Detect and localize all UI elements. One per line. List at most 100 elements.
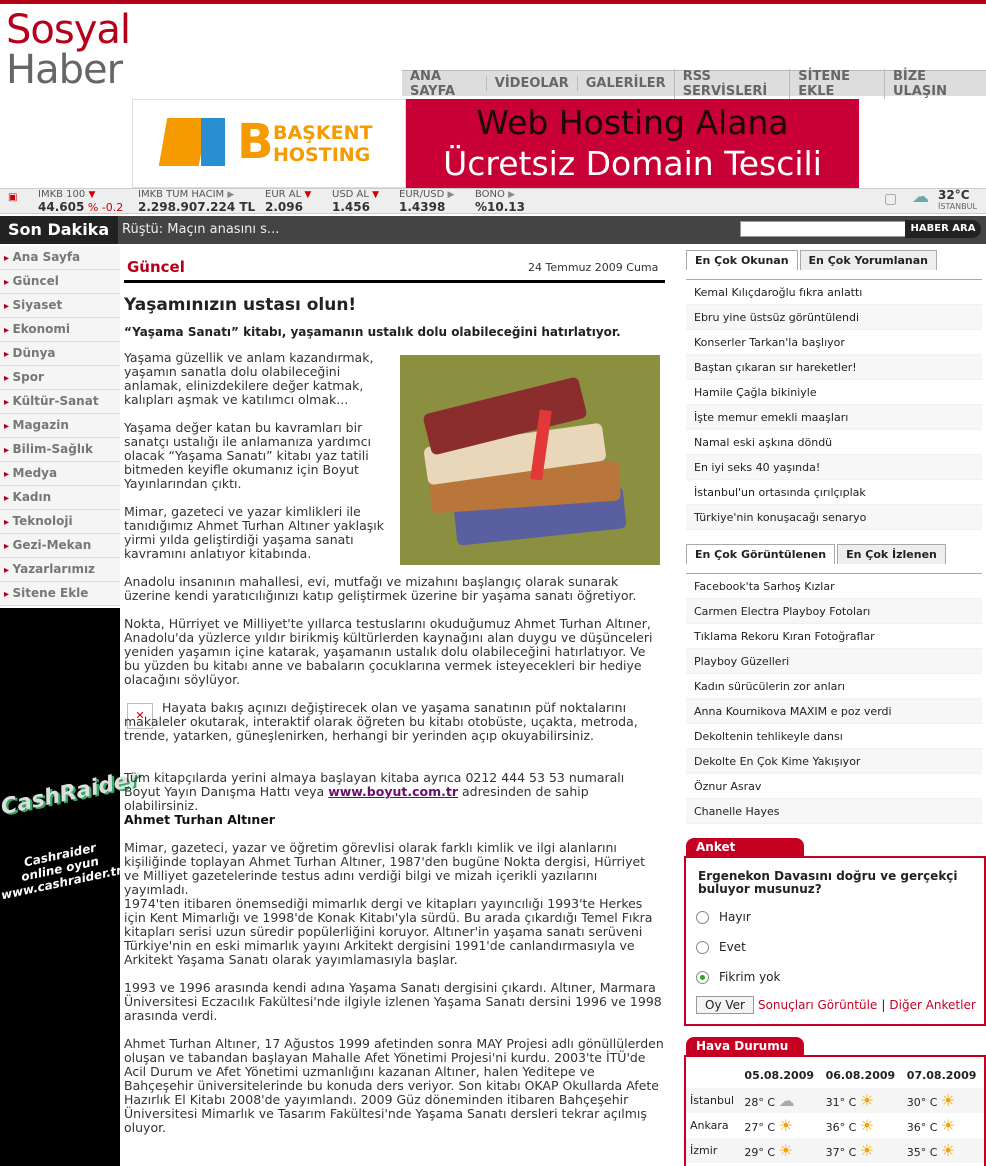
list-item[interactable]: Playboy Güzelleri [686,649,982,674]
sidebar-item[interactable]: Sitene Ekle [0,582,120,606]
sidebar-item[interactable]: Kültür-Sanat [0,390,120,414]
list-item[interactable]: Kadın sürücülerin zor anları [686,674,982,699]
article-paragraph: Anadolu insanının mahallesi, evi, mutfağ… [124,574,637,603]
tabs-popular: En Çok Okunan En Çok Yorumlanan [686,250,938,270]
weather-date: 07.08.2009 [906,1069,977,1082]
other-polls-link[interactable]: Diğer Anketler [889,998,975,1012]
list-item[interactable]: İstanbul'un ortasında çırılçıplak [686,480,982,505]
site-logo-line1[interactable]: Sosyal [6,8,131,52]
tab-en-cok-goruntulenen[interactable]: En Çok Görüntülenen [686,544,836,564]
ticker-value: 1.456 [332,200,370,214]
article-paragraph: 1974'ten itibaren önemsediği mimarlık de… [124,896,653,967]
list-item[interactable]: Carmen Electra Playboy Fotoları [686,599,982,624]
site-logo-line2[interactable]: Haber [6,48,123,92]
hosting-logo-text1: BAŞKENT [273,122,373,144]
nav-ana-sayfa[interactable]: ANA SAYFA [402,69,486,99]
sidebar-item[interactable]: Spor [0,366,120,390]
nav-videolar[interactable]: VİDEOLAR [485,76,577,91]
list-item[interactable]: Konserler Tarkan'la başlıyor [686,330,982,355]
article-paragraph: Tüm kitapçılarda yerini almaya başlayan … [124,770,625,813]
article-date: 24 Temmuz 2009 Cuma [528,261,659,274]
hosting-logo-mark-2 [201,118,225,166]
list-item[interactable]: Kemal Kılıçdaroğlu fıkra anlattı [686,280,982,305]
section-title[interactable]: Güncel [127,258,185,276]
article-paragraph: Mimar, gazeteci, yazar ve öğretim görevl… [124,840,646,897]
banner-ad-logo[interactable]: B BAŞKENT HOSTING [132,99,406,188]
nav-bize-ulasin[interactable]: BİZE ULAŞIN [883,68,978,99]
list-item[interactable]: Chanelle Hayes [686,799,982,824]
weather-city: İzmir [690,1144,718,1157]
sun-icon: ☀ [940,1116,956,1135]
list-item[interactable]: Facebook'ta Sarhoş Kızlar [686,574,982,599]
top-temp: 32°C [938,188,970,202]
weather-table: 05.08.2009 06.08.2009 07.08.2009 İstanbul 2… [686,1063,984,1163]
sun-icon: ☀ [778,1141,793,1160]
poll-question: Ergenekon Davasını doğru ve gerçekçi bul… [698,869,958,896]
list-item[interactable]: Dekolte En Çok Kime Yakışıyor [686,749,982,774]
ticker-label: EUR AL [265,189,302,200]
search-button[interactable]: HABER ARA [905,220,981,238]
sidebar-item[interactable]: Kadın [0,486,120,510]
banner-line1: Web Hosting Alana [476,103,789,142]
ad-brand: CashRaider [0,766,142,821]
ticker-label: IMKB TUM HACIM [138,189,225,200]
boyut-link[interactable]: www.boyut.com.tr [328,784,458,799]
list-item[interactable]: Tıklama Rekoru Kıran Fotoğraflar [686,624,982,649]
radio-button[interactable] [696,940,709,954]
top-accent-bar [0,0,986,4]
list-item[interactable]: Hamile Çağla bikiniyle [686,380,982,405]
article-paragraph: Hayata bakış açınızı değiştirecek olan v… [124,700,638,743]
vote-button[interactable]: Oy Ver [696,996,754,1014]
sidebar-item[interactable]: Teknoloji [0,510,120,534]
list-item[interactable]: Ebru yine üstsüz görüntülendi [686,305,982,330]
search-input[interactable] [740,221,906,237]
nav-rss[interactable]: RSS SERVİSLERİ [673,68,790,99]
tabs-viewed: En Çok Görüntülenen En Çok İzlenen [686,544,946,564]
breaking-text[interactable]: Rüştü: Maçın anasını s... [122,216,279,244]
tab-en-cok-yorumlanan[interactable]: En Çok Yorumlanan [799,250,938,270]
poll-option[interactable]: Hayır [686,902,984,932]
ticker-value: 2.096 [265,200,303,214]
weather-city: Ankara [690,1119,729,1132]
list-item[interactable]: Dekoltenin tehlikeyle dansı [686,724,982,749]
radio-button-selected[interactable] [696,970,709,984]
list-item[interactable]: Anna Kournikova MAXIM e poz verdi [686,699,982,724]
tab-en-cok-okunan[interactable]: En Çok Okunan [686,250,798,270]
weather-date: 05.08.2009 [744,1069,815,1082]
sidebar-item[interactable]: Medya [0,462,120,486]
list-item[interactable]: Türkiye'nin konuşacağı senaryo [686,505,982,530]
cloud-sun-icon: ☁ [778,1091,795,1110]
poll-option[interactable]: Fikrim yok [686,962,984,992]
sidebar-item[interactable]: Ekonomi [0,318,120,342]
list-item[interactable]: Namal eski aşkına döndü [686,430,982,455]
list-item[interactable]: Öznur Asrav [686,774,982,799]
nav-sitene-ekle[interactable]: SİTENE EKLE [789,68,884,99]
sidebar-item[interactable]: Ana Sayfa [0,246,120,270]
speech-bubble-icon[interactable]: ▢ [884,192,897,206]
article-paragraph: Yaşama değer katan bu kavramları bir san… [124,420,371,491]
radio-button[interactable] [696,910,709,924]
sidebar-item[interactable]: Güncel [0,270,120,294]
sidebar-item[interactable]: Siyaset [0,294,120,318]
sidebar-item[interactable]: Bilim-Sağlık [0,438,120,462]
sidebar-item[interactable]: Magazin [0,414,120,438]
list-item[interactable]: En iyi seks 40 yaşında! [686,455,982,480]
ticker-value: 44.605 [38,200,85,214]
cloud-sun-icon: ☁ [912,187,929,207]
banner-ad-text[interactable]: Web Hosting Alana Ücretsiz Domain Tescil… [406,99,859,188]
main-nav: ANA SAYFA VİDEOLAR GALERİLER RSS SERVİSL… [402,68,986,99]
list-item[interactable]: İşte memur emekli maaşları [686,405,982,430]
sidebar-item[interactable]: Gezi-Mekan [0,534,120,558]
cashraider-ad[interactable]: CashRaider Cashraider online oyun www.ca… [0,608,142,1166]
poll-option[interactable]: Evet [686,932,984,962]
tab-en-cok-izlenen[interactable]: En Çok İzlenen [837,544,946,564]
ticker-label: EUR/USD [399,189,445,200]
sidebar-item[interactable]: Dünya [0,342,120,366]
ticker-icon: ▣ [8,192,18,203]
poll-box: Ergenekon Davasını doğru ve gerçekçi bul… [684,856,986,1026]
article-subheading: Ahmet Turhan Altıner [124,812,275,827]
poll-results-link[interactable]: Sonuçları Görüntüle [758,998,877,1012]
list-item[interactable]: Baştan çıkaran sır hareketler! [686,355,982,380]
sidebar-item[interactable]: Yazarlarımız [0,558,120,582]
nav-galeriler[interactable]: GALERİLER [576,76,674,91]
